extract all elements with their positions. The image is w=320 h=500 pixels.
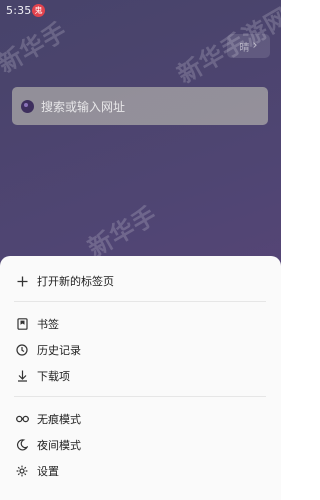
menu-item-label: 夜间模式	[37, 439, 81, 452]
search-placeholder: 搜索或输入网址	[41, 99, 126, 114]
menu-item-label: 设置	[37, 465, 59, 478]
menu-item-label: 书签	[37, 318, 59, 331]
menu-item-new-tab[interactable]: 打开新的标签页	[0, 269, 281, 293]
menu-item-night-mode[interactable]: 夜间模式	[0, 433, 281, 457]
menu-item-label: 历史记录	[37, 344, 81, 357]
menu-item-label: 下载项	[37, 370, 70, 383]
menu-item-incognito[interactable]: 无痕模式	[0, 407, 281, 431]
notification-badge-icon: 鬼	[32, 4, 45, 17]
menu-divider	[14, 301, 266, 302]
moon-icon	[15, 438, 29, 452]
browser-logo-icon	[21, 99, 34, 113]
menu-item-label: 无痕模式	[37, 413, 81, 426]
incognito-mask-icon	[15, 412, 29, 426]
menu-divider	[14, 396, 266, 397]
menu-item-settings[interactable]: 设置	[0, 459, 281, 483]
menu-item-history[interactable]: 历史记录	[0, 338, 281, 362]
clock-icon	[15, 343, 29, 357]
plus-icon	[15, 274, 29, 288]
search-bar[interactable]: 搜索或输入网址	[12, 87, 268, 125]
menu-item-label: 打开新的标签页	[37, 275, 114, 288]
bookmark-icon	[15, 317, 29, 331]
menu-item-bookmarks[interactable]: 书签	[0, 312, 281, 336]
gear-icon	[15, 464, 29, 478]
download-icon	[15, 369, 29, 383]
status-time: 5:35	[6, 4, 32, 17]
menu-item-downloads[interactable]: 下载项	[0, 364, 281, 388]
menu-sheet: 打开新的标签页 书签 历史记录 下载项 无痕模式 夜间模式 设置	[0, 256, 281, 500]
